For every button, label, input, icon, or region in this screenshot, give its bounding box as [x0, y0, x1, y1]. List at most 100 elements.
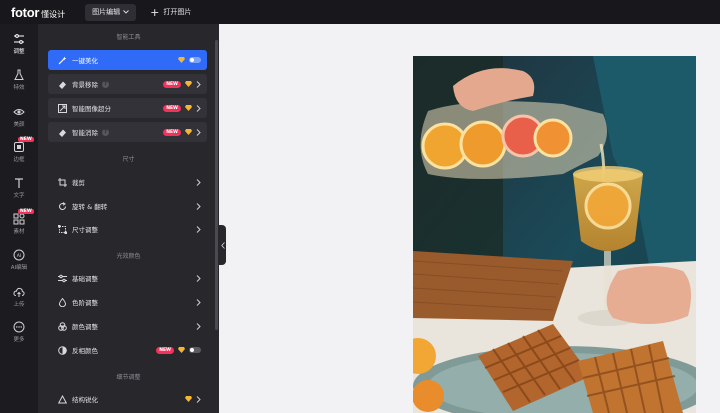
- top-bar: fotor 懂设计 图片编辑 + 打开图片: [0, 0, 720, 24]
- chevron-right-icon: [196, 178, 201, 186]
- row-upscale[interactable]: 智能图像超分 NEW: [48, 98, 207, 118]
- resize-icon: [58, 224, 67, 234]
- logo-subtitle: 懂设计: [41, 9, 66, 19]
- new-badge: NEW: [163, 80, 181, 88]
- tool-rail: 调整 特效 美颜 NEW 边框 文字 NEW 素材 AI AI编辑 上传 更多: [0, 24, 38, 413]
- row-label: 颜色调整: [72, 323, 98, 331]
- row-invert-colors[interactable]: 反相颜色 NEW: [48, 340, 207, 360]
- open-image-button[interactable]: + 打开图片: [150, 7, 191, 18]
- flask-icon: [13, 69, 25, 81]
- help-icon[interactable]: ?: [102, 80, 109, 88]
- edited-photo[interactable]: [413, 56, 696, 413]
- row-structure-sharpen[interactable]: 结构锐化: [48, 389, 207, 409]
- chevron-right-icon: [196, 104, 201, 112]
- eraser-icon: [58, 80, 67, 89]
- mode-dropdown[interactable]: 图片编辑: [85, 3, 137, 21]
- new-badge: NEW: [18, 209, 34, 214]
- new-badge: NEW: [18, 137, 34, 142]
- rail-item-effects[interactable]: 特效: [0, 69, 38, 91]
- row-label: 智能图像超分: [72, 105, 111, 113]
- rail-item-text[interactable]: 文字: [0, 177, 38, 199]
- rail-label: AI编辑: [10, 265, 28, 271]
- chevron-right-icon: [196, 274, 201, 282]
- row-rotate-flip[interactable]: 旋转 & 翻转: [48, 196, 207, 216]
- rail-item-ai-edit[interactable]: AI AI编辑: [0, 249, 38, 271]
- rail-label: 边框: [13, 157, 25, 163]
- section-title-smart: 智能工具: [116, 34, 141, 41]
- section-title-detail: 细节调整: [116, 374, 141, 381]
- upscale-icon: [58, 103, 67, 113]
- rail-item-frame[interactable]: NEW 边框: [0, 137, 38, 163]
- mode-label: 图片编辑: [92, 8, 121, 16]
- premium-gem-icon: [185, 396, 192, 402]
- rotate-icon: [58, 201, 67, 211]
- logo-text: fotor: [11, 4, 40, 20]
- shapes-icon: [13, 213, 25, 225]
- row-label: 背景移除: [72, 81, 98, 89]
- chevron-right-icon: [196, 202, 201, 210]
- rail-item-elements[interactable]: NEW 素材: [0, 209, 38, 235]
- row-color-adjust[interactable]: 颜色调整: [48, 316, 207, 336]
- premium-gem-icon: [185, 81, 192, 87]
- text-icon: [13, 177, 25, 189]
- row-label: 尺寸调整: [72, 226, 98, 234]
- new-badge: NEW: [156, 346, 174, 354]
- row-label: 一键美化: [72, 57, 98, 65]
- row-beautify[interactable]: 一键美化: [48, 50, 207, 70]
- chevron-down-icon: [123, 10, 129, 14]
- frame-icon: [13, 141, 25, 153]
- new-badge: NEW: [163, 104, 181, 112]
- crop-icon: [58, 177, 67, 187]
- help-icon[interactable]: ?: [102, 128, 109, 136]
- row-crop[interactable]: 裁剪: [48, 172, 207, 192]
- row-label: 色阶调整: [72, 299, 98, 307]
- chevron-right-icon: [196, 322, 201, 330]
- adjust-panel: 智能工具 一键美化 背景移除 ? NEW 智能图像超分 NEW 智能消除 ? N…: [38, 24, 219, 413]
- collapse-panel-button[interactable]: [219, 225, 226, 265]
- triangle-icon: [58, 394, 67, 404]
- contrast-icon: [58, 345, 67, 355]
- sliders-icon: [58, 274, 67, 283]
- rail-item-beauty[interactable]: 美颜: [0, 106, 38, 128]
- row-label: 结构锐化: [72, 396, 98, 404]
- drop-icon: [58, 297, 67, 307]
- chevron-right-icon: [196, 395, 201, 403]
- row-smart-erase[interactable]: 智能消除 ? NEW: [48, 122, 207, 142]
- more-icon: [13, 321, 25, 333]
- rail-item-more[interactable]: 更多: [0, 321, 38, 343]
- premium-gem-icon: [185, 105, 192, 111]
- rail-label: 文字: [13, 193, 25, 199]
- upload-cloud-icon: [13, 286, 25, 298]
- brand-logo[interactable]: fotor 懂设计: [11, 5, 65, 20]
- eraser-icon: [58, 128, 67, 137]
- app: fotor 懂设计 图片编辑 + 打开图片 调整 特效 美颜 NEW 边框 文字…: [0, 0, 720, 413]
- open-image-label: 打开图片: [163, 8, 192, 16]
- section-title-color: 光效颜色: [116, 253, 141, 260]
- rail-label: 更多: [13, 337, 25, 343]
- chevron-right-icon: [196, 225, 201, 233]
- magic-wand-icon: [58, 56, 67, 65]
- chevron-right-icon: [196, 128, 201, 136]
- row-basic-adjust[interactable]: 基础调整: [48, 268, 207, 288]
- row-label: 裁剪: [72, 179, 85, 187]
- chevron-left-icon: [220, 241, 225, 249]
- row-background-remove[interactable]: 背景移除 ? NEW: [48, 74, 207, 94]
- photo-illustration: [413, 56, 696, 413]
- plus-icon: +: [150, 5, 160, 19]
- panel-scrollbar[interactable]: [215, 40, 218, 330]
- eye-icon: [13, 106, 25, 118]
- rail-label: 素材: [13, 229, 25, 235]
- rail-item-upload[interactable]: 上传: [0, 286, 38, 308]
- rail-label: 上传: [13, 302, 25, 308]
- ai-icon: AI: [13, 249, 25, 261]
- rail-label: 美颜: [13, 122, 25, 128]
- row-resize[interactable]: 尺寸调整: [48, 219, 207, 239]
- invert-toggle[interactable]: [189, 347, 201, 353]
- row-levels[interactable]: 色阶调整: [48, 292, 207, 312]
- new-badge: NEW: [163, 128, 181, 136]
- row-label: 智能消除: [72, 129, 98, 137]
- beautify-toggle[interactable]: [189, 57, 201, 63]
- rail-item-adjust[interactable]: 调整: [0, 33, 38, 55]
- sliders-icon: [13, 33, 25, 45]
- chevron-right-icon: [196, 298, 201, 306]
